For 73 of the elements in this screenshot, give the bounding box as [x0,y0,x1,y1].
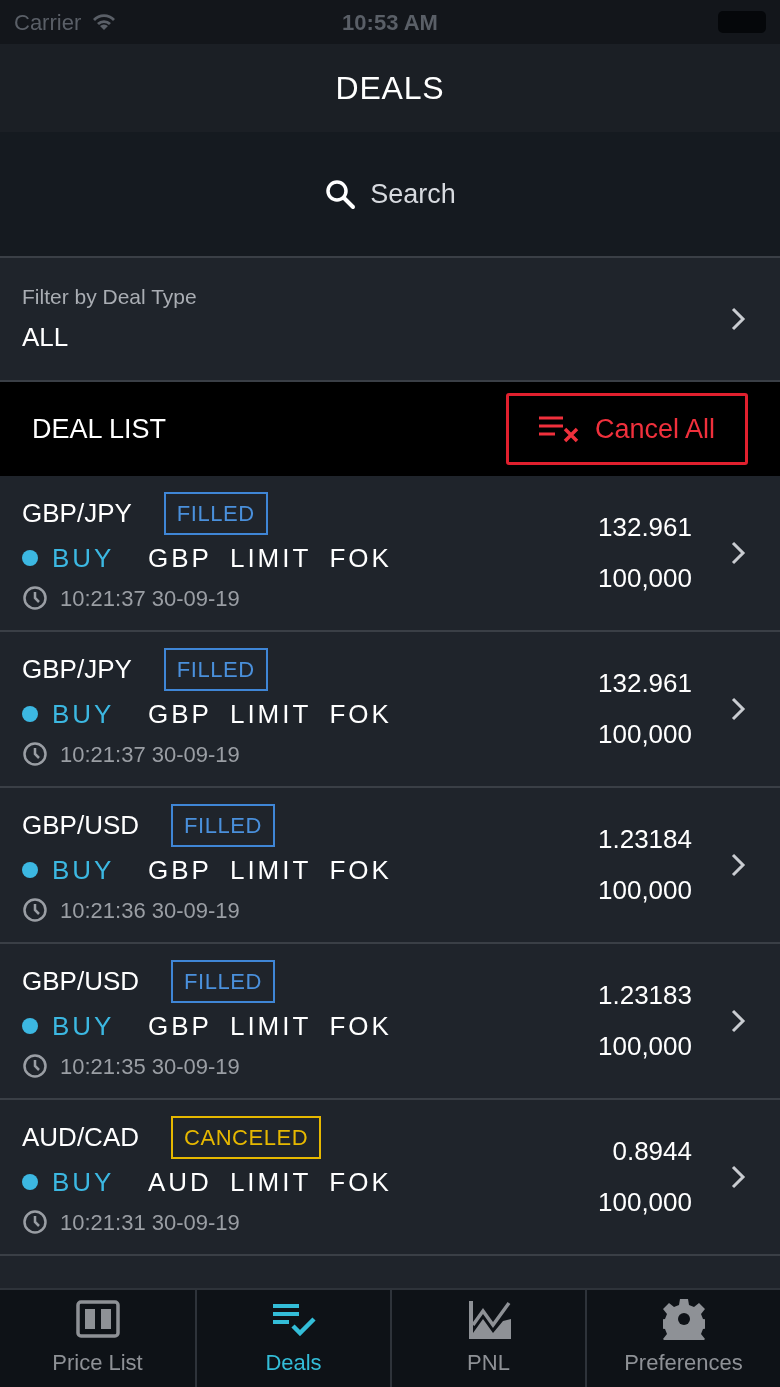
tab-bar-item[interactable]: Deals [195,1290,390,1387]
tab-bar-item[interactable]: PNL [390,1290,585,1387]
deal-currency: GBP [148,541,212,575]
deal-amount: 100,000 [598,718,692,751]
deal-price: 1.23184 [598,823,692,856]
line-chart-icon [466,1298,511,1340]
order-type: LIMIT [229,697,312,731]
clock-icon [22,741,48,767]
currency-pair: GBP/USD [22,964,140,998]
status-badge: CANCELED [171,1115,322,1159]
time-in-force: FOK [329,853,392,887]
filter-value: ALL [22,321,70,355]
chevron-right-icon [730,306,746,332]
order-type: LIMIT [229,1165,312,1199]
carrier-name: Carrier [14,8,82,37]
deal-timestamp: 10:21:37 30-09-19 [60,584,240,613]
search-icon [324,178,357,210]
time-in-force: FOK [329,697,392,731]
deal-timestamp: 10:21:35 30-09-19 [60,1052,240,1081]
deal-amount: 100,000 [598,1186,692,1219]
chevron-right-icon [730,696,746,722]
deal-amount: 100,000 [598,1030,692,1063]
deal-currency: GBP [148,697,212,731]
status-badge: FILLED [171,959,275,1003]
currency-pair: GBP/JPY [22,496,132,530]
clock-icon [22,1053,48,1079]
time-in-force: FOK [329,1009,392,1043]
chevron-right-icon [730,1008,746,1034]
deal-currency: GBP [148,853,212,887]
time-in-force: FOK [329,1165,392,1199]
tab-bar-item[interactable]: Preferences [585,1290,780,1387]
deal-side: BUY [52,1009,116,1043]
chevron-right-icon [730,1164,746,1190]
currency-pair: GBP/JPY [22,652,132,686]
deal-side: BUY [52,853,116,887]
wifi-icon [91,12,118,32]
order-type: LIMIT [229,541,312,575]
deal-currency: AUD [148,1165,212,1199]
status-badge: FILLED [163,491,268,535]
deal-price: 1.23183 [598,979,692,1012]
list-cross-icon [538,415,581,443]
deal-amount: 100,000 [598,874,692,907]
cancel-all-button[interactable]: Cancel All [506,393,748,465]
currency-pair: AUD/CAD [22,1120,139,1154]
section-title: DEAL LIST [32,412,167,446]
status-time: 10:53 AM [341,8,439,37]
deal-price: 132.961 [598,667,692,700]
screen-title: DEALS [335,69,445,108]
deal-amount: 100,000 [598,562,692,595]
search-field[interactable]: Search [314,167,466,221]
deal-timestamp: 10:21:37 30-09-19 [60,740,240,769]
chevron-right-icon [730,540,746,566]
deal-side: BUY [52,541,116,575]
chevron-right-icon [730,852,746,878]
deal-timestamp: 10:21:31 30-09-19 [60,1208,240,1237]
deal-side: BUY [52,697,116,731]
deal-currency: GBP [148,1009,212,1043]
currency-pair: GBP/USD [22,808,140,842]
filter-label: Filter by Deal Type [22,283,197,310]
deal-price: 132.961 [598,511,692,544]
order-type: LIMIT [229,1009,312,1043]
deal-timestamp: 10:21:36 30-09-19 [60,896,240,925]
settings-icon [662,1298,705,1340]
status-badge: FILLED [171,803,275,847]
status-badge: FILLED [163,647,268,691]
order-type: LIMIT [229,853,312,887]
deal-side: BUY [52,1165,116,1199]
deal-price: 0.8944 [612,1135,692,1168]
clock-icon [22,1209,48,1235]
clock-icon [22,585,48,611]
time-in-force: FOK [329,541,392,575]
tab-bar-item[interactable]: Price List [0,1290,195,1387]
clock-icon [22,897,48,923]
